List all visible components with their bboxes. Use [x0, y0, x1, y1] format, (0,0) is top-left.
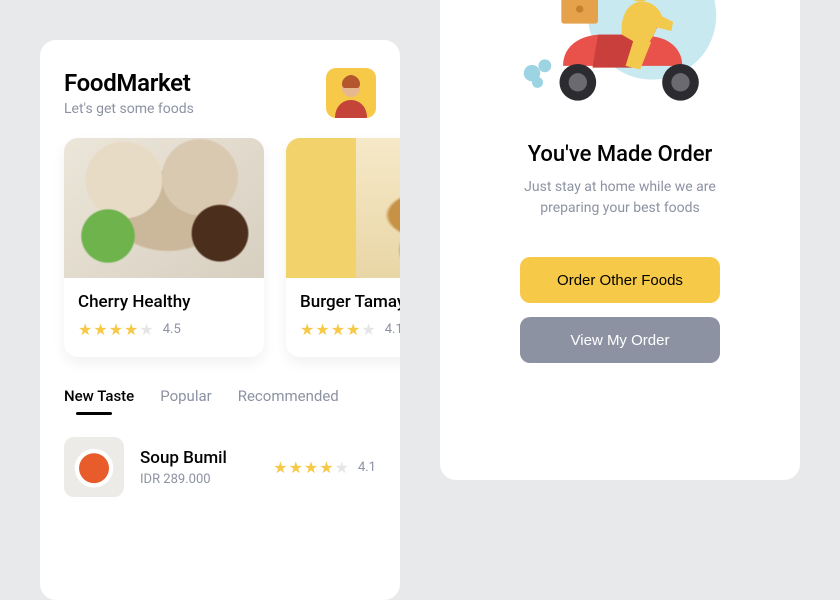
rating: ★★★★★ 4.1 [300, 320, 400, 339]
stars-icon: ★★★★★ [273, 458, 350, 477]
rating-value: 4.1 [358, 460, 376, 475]
rating: ★★★★★ 4.5 [78, 320, 250, 339]
order-confirmation-screen: You've Made Order Just stay at home whil… [440, 0, 800, 480]
rating: ★★★★★ 4.1 [273, 458, 376, 477]
food-card-body: Cherry Healthy ★★★★★ 4.5 [64, 278, 264, 357]
food-thumb [64, 437, 124, 497]
food-title: Burger Tamayo [300, 292, 400, 312]
brand-title: FoodMarket [64, 69, 194, 97]
tab-recommended[interactable]: Recommended [238, 387, 339, 405]
list-item-price: IDR 289.000 [140, 472, 257, 487]
food-image [64, 138, 264, 278]
food-card-body: Burger Tamayo ★★★★★ 4.1 [286, 278, 400, 357]
food-title: Cherry Healthy [78, 292, 250, 312]
tab-new-taste[interactable]: New Taste [64, 387, 134, 405]
list-item-info: Soup Bumil IDR 289.000 [140, 448, 257, 487]
rating-value: 4.1 [385, 322, 400, 337]
list-item-title: Soup Bumil [140, 448, 257, 468]
avatar-icon [329, 74, 373, 118]
food-list: Soup Bumil IDR 289.000 ★★★★★ 4.1 [40, 419, 400, 497]
tabs: New Taste Popular Recommended [40, 357, 400, 419]
order-title: You've Made Order [528, 142, 713, 167]
brand-tagline: Let's get some foods [64, 101, 194, 117]
food-card[interactable]: Burger Tamayo ★★★★★ 4.1 [286, 138, 400, 357]
rating-value: 4.5 [163, 322, 181, 337]
header-text: FoodMarket Let's get some foods [64, 69, 194, 117]
header: FoodMarket Let's get some foods [40, 40, 400, 138]
home-screen: FoodMarket Let's get some foods Cherry H… [40, 40, 400, 600]
food-carousel[interactable]: Cherry Healthy ★★★★★ 4.5 Burger Tamayo ★… [40, 138, 400, 357]
order-other-foods-button[interactable]: Order Other Foods [520, 257, 720, 303]
order-subtitle: Just stay at home while we are preparing… [500, 177, 740, 219]
stars-icon: ★★★★★ [300, 320, 377, 339]
food-card[interactable]: Cherry Healthy ★★★★★ 4.5 [64, 138, 264, 357]
tab-popular[interactable]: Popular [160, 387, 212, 405]
view-my-order-button[interactable]: View My Order [520, 317, 720, 363]
list-item[interactable]: Soup Bumil IDR 289.000 ★★★★★ 4.1 [64, 437, 376, 497]
delivery-illustration [472, 0, 768, 120]
stars-icon: ★★★★★ [78, 320, 155, 339]
food-image [286, 138, 400, 278]
avatar[interactable] [326, 68, 376, 118]
